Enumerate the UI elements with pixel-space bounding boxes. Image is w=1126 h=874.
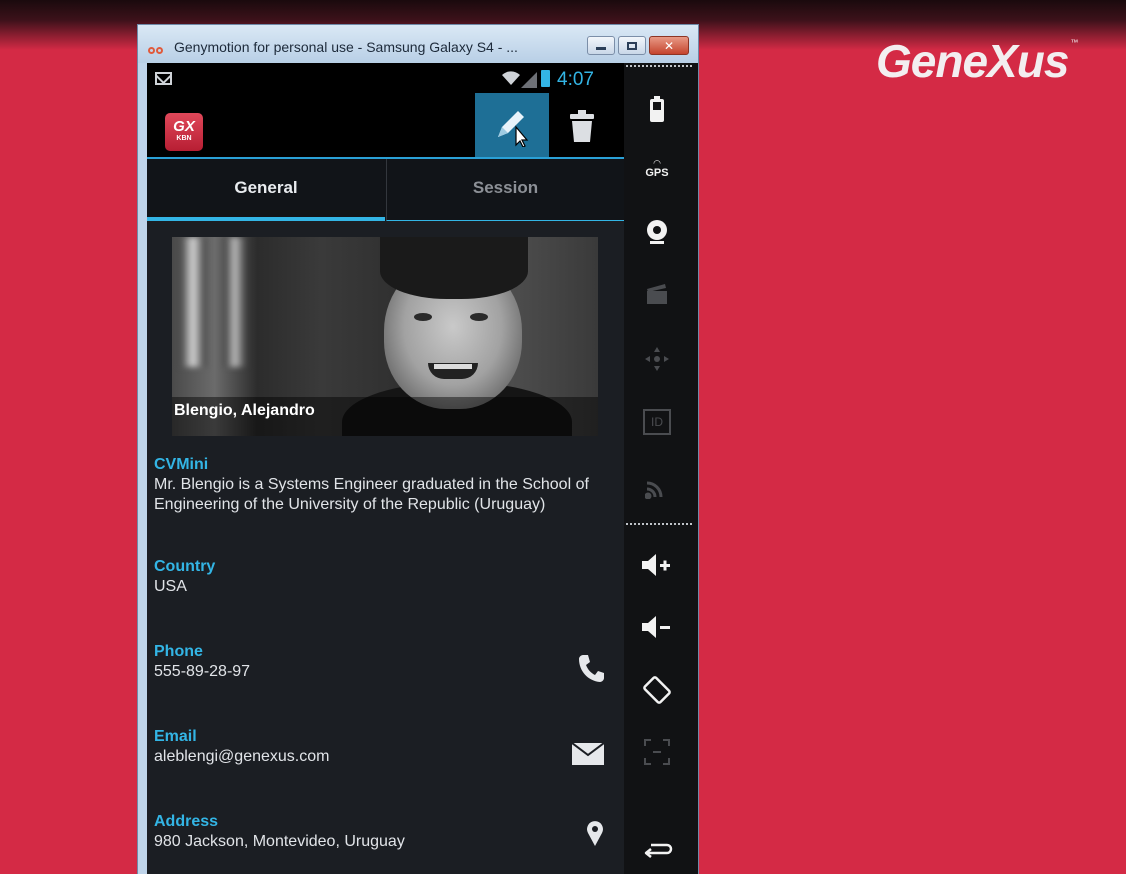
cvmini-label: CVMini	[154, 456, 209, 473]
action-bar: GX KBN	[147, 93, 624, 159]
emulator-window: Genymotion for personal use - Samsung Ga…	[137, 24, 699, 874]
signal-icon	[521, 72, 537, 88]
window-title: Genymotion for personal use - Samsung Ga…	[174, 39, 518, 55]
address-label: Address	[154, 813, 219, 830]
phone-icon[interactable]	[578, 654, 604, 687]
field-country: Country USA	[154, 557, 614, 597]
field-email: Email aleblengi@genexus.com	[154, 727, 614, 767]
tab-session[interactable]: Session	[386, 159, 624, 221]
gps-icon[interactable]: ◠ GPS	[624, 159, 690, 180]
emulator-sidebar: ◠ GPS ID	[624, 63, 698, 874]
field-address: Address 980 Jackson, Montevideo, Uruguay	[154, 812, 614, 852]
field-phone: Phone 555-89-28-97	[154, 642, 614, 682]
cast-icon[interactable]	[624, 475, 690, 504]
country-label: Country	[154, 558, 216, 575]
dpad-icon[interactable]	[624, 345, 690, 378]
status-clock: 4:07	[557, 69, 594, 90]
volume-up-icon[interactable]	[624, 553, 690, 582]
battery-widget-icon[interactable]	[624, 96, 690, 127]
genexus-logo: GeneXus ™	[876, 35, 1078, 87]
edit-button[interactable]	[475, 93, 549, 157]
tab-bar: General Session	[147, 159, 624, 221]
tab-general[interactable]: General	[147, 159, 385, 221]
cvmini-value: Mr. Blengio is a Systems Engineer gradua…	[154, 476, 589, 513]
status-bar: 4:07	[147, 63, 624, 93]
id-icon[interactable]: ID	[624, 409, 690, 435]
app-logo[interactable]: GX KBN	[165, 113, 203, 151]
country-value: USA	[154, 578, 187, 595]
detail-content: Blengio, Alejandro CVMini Mr. Blengio is…	[147, 221, 624, 874]
field-cvmini: CVMini Mr. Blengio is a Systems Engineer…	[154, 455, 614, 515]
volume-down-icon[interactable]	[624, 615, 690, 644]
wifi-icon	[502, 71, 520, 88]
map-pin-icon[interactable]	[586, 820, 604, 851]
delete-button[interactable]	[559, 103, 605, 149]
minimize-icon	[596, 47, 606, 50]
phone-screen: 4:07 GX KBN General Session Blengio, Ale…	[147, 63, 624, 874]
window-titlebar[interactable]: Genymotion for personal use - Samsung Ga…	[138, 25, 698, 63]
maximize-icon	[627, 41, 637, 50]
minimize-button[interactable]	[587, 36, 615, 55]
battery-icon	[541, 70, 550, 87]
media-icon[interactable]	[624, 283, 690, 310]
profile-name: Blengio, Alejandro	[174, 402, 315, 419]
close-button[interactable]: ✕	[649, 36, 689, 55]
address-value[interactable]: 980 Jackson, Montevideo, Uruguay	[154, 832, 614, 852]
gmail-icon	[155, 72, 172, 85]
camera-icon[interactable]	[624, 219, 690, 250]
maximize-button[interactable]	[618, 36, 646, 55]
divider-bottom	[626, 523, 692, 525]
divider-top	[626, 65, 692, 67]
genymotion-icon	[148, 41, 164, 54]
envelope-icon[interactable]	[571, 742, 605, 770]
trash-icon	[570, 110, 594, 142]
email-label: Email	[154, 728, 197, 745]
phone-value[interactable]: 555-89-28-97	[154, 662, 614, 682]
back-icon[interactable]	[624, 839, 690, 866]
close-icon: ✕	[663, 38, 675, 53]
phone-label: Phone	[154, 643, 203, 660]
edit-icon	[498, 111, 529, 147]
email-value[interactable]: aleblengi@genexus.com	[154, 747, 614, 767]
pixel-perfect-icon[interactable]	[624, 738, 690, 771]
rotate-icon[interactable]	[624, 675, 690, 710]
profile-photo: Blengio, Alejandro	[172, 237, 598, 436]
